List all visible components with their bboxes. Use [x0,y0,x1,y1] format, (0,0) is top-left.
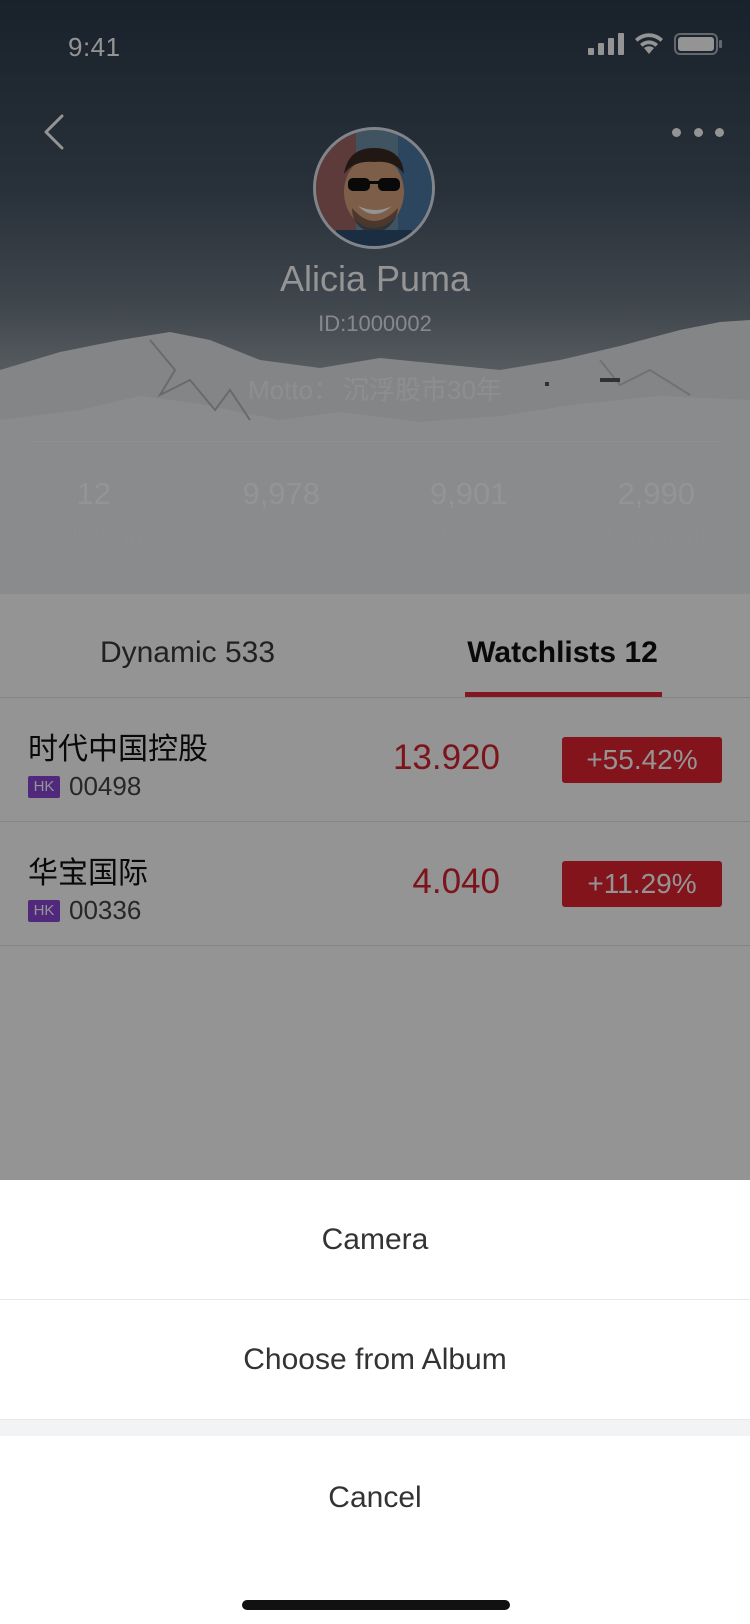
sheet-separator [0,1420,750,1436]
choose-from-album-option[interactable]: Choose from Album [0,1300,750,1420]
home-indicator [242,1600,510,1610]
camera-option[interactable]: Camera [0,1180,750,1300]
action-sheet: Camera Choose from Album Cancel [0,1180,750,1624]
cancel-button[interactable]: Cancel [0,1436,750,1560]
